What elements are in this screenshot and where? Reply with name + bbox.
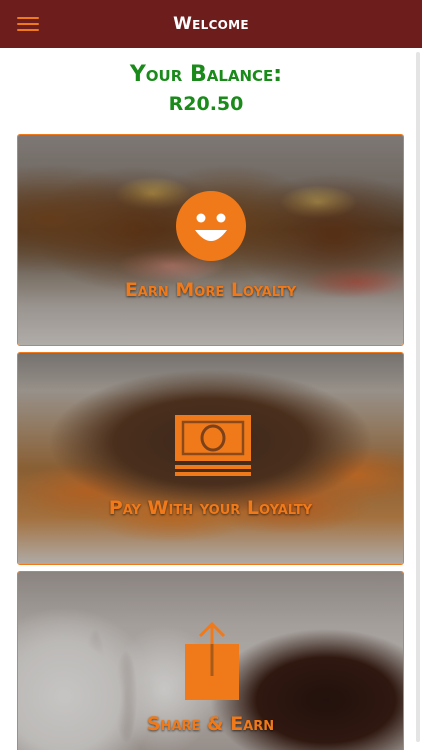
share-and-earn-card[interactable]: Share & Earn	[17, 571, 404, 750]
balance-amount: R20.50	[168, 93, 244, 115]
balance-label: Your Balance:	[129, 62, 283, 87]
card-label: Share & Earn	[146, 713, 275, 735]
app-bar: Welcome	[0, 0, 422, 48]
scrollbar[interactable]	[416, 52, 420, 742]
balance-section: Your Balance: R20.50	[0, 60, 412, 118]
earn-more-loyalty-card[interactable]: Earn More Loyalty	[17, 134, 404, 346]
share-icon	[185, 622, 239, 700]
page-title: Welcome	[173, 14, 249, 34]
card-label: Pay With your Loyalty	[108, 497, 313, 519]
card-label: Earn More Loyalty	[124, 279, 297, 301]
money-icon	[175, 415, 251, 476]
smiley-icon	[176, 191, 246, 261]
pay-with-loyalty-card[interactable]: Pay With your Loyalty	[17, 352, 404, 565]
